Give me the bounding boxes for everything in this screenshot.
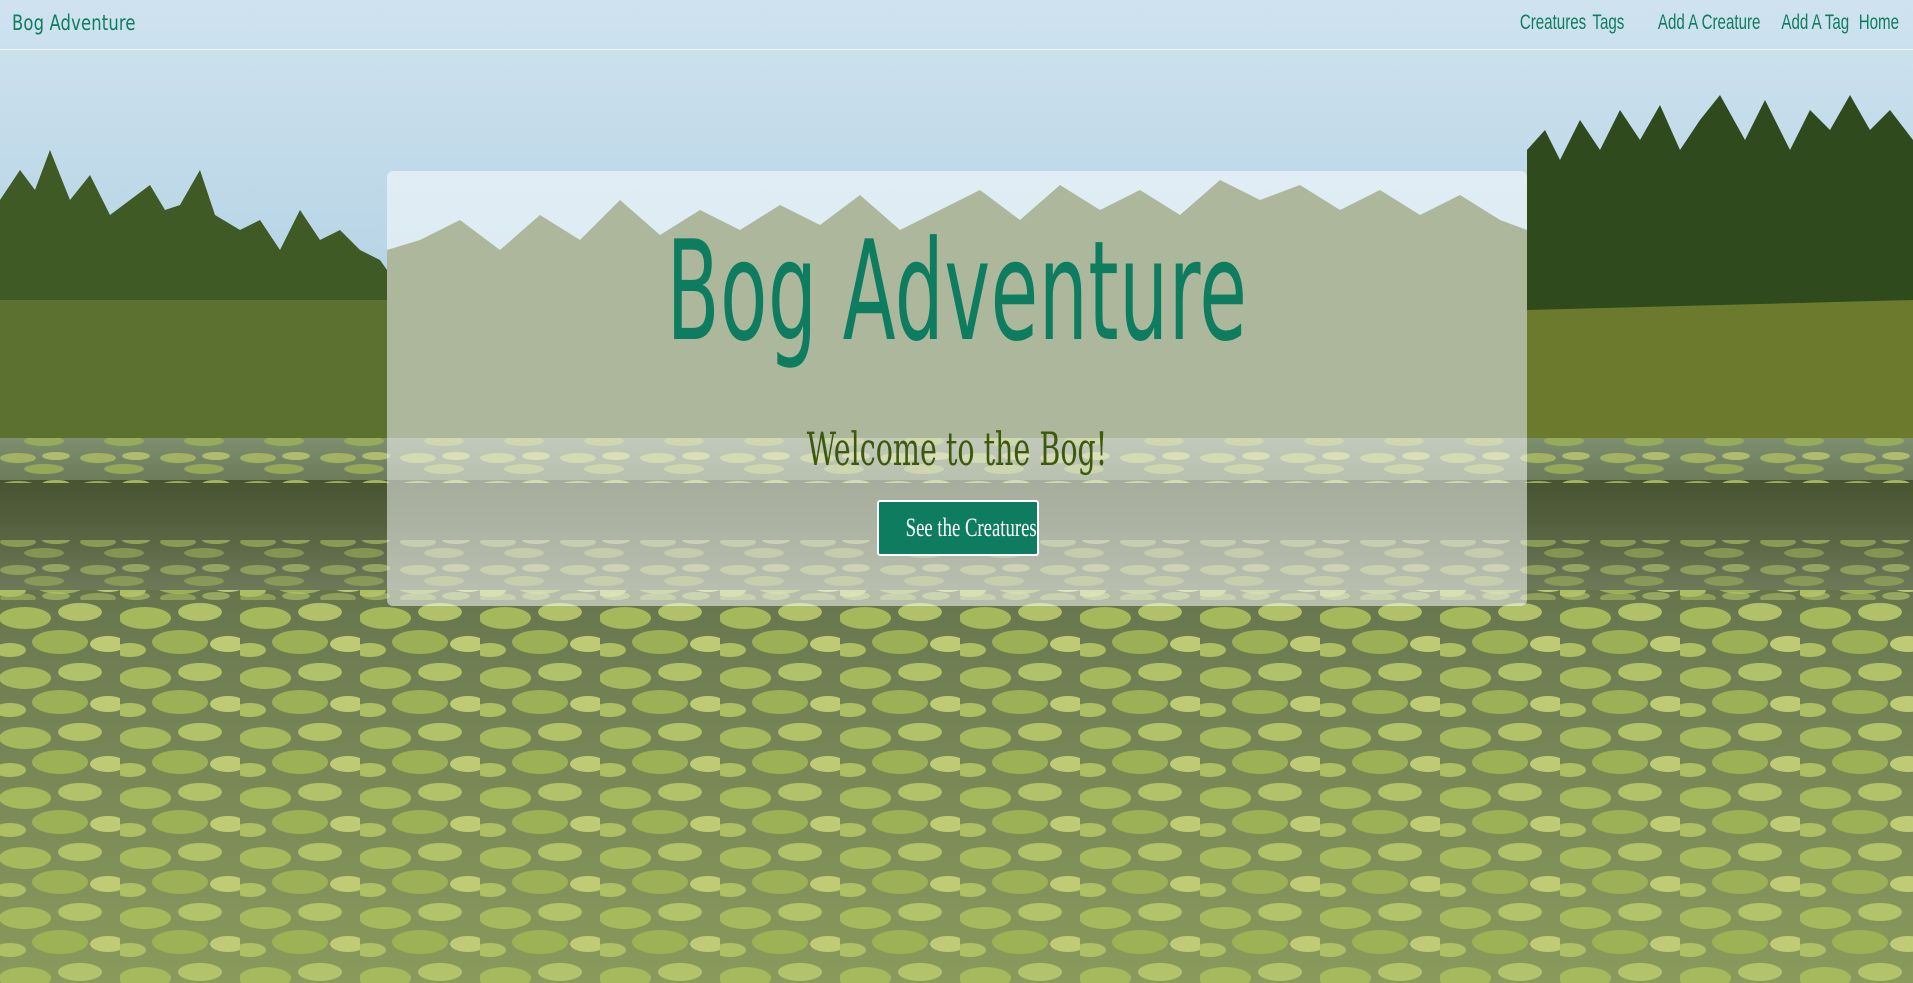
nav-item-add-tag: Add A Tag <box>1755 11 1849 35</box>
nav-item-home: Home <box>1843 11 1899 35</box>
see-creatures-button[interactable]: See the Creatures! <box>877 500 1039 556</box>
hero-subtitle: Welcome to the Bog! <box>806 422 1108 476</box>
nav-link-add-creature[interactable]: Add A Creature <box>1658 11 1761 35</box>
hero-card: Bog Adventure Welcome to the Bog! See th… <box>387 171 1527 606</box>
hero-title: Bog Adventure <box>666 211 1248 372</box>
nav-item-creatures: Creatures <box>1494 11 1586 35</box>
nav-link-add-tag[interactable]: Add A Tag <box>1781 11 1849 35</box>
nav-item-add-creature: Add A Creature <box>1618 11 1761 35</box>
nav-link-home[interactable]: Home <box>1859 11 1899 35</box>
nav-link-creatures[interactable]: Creatures <box>1520 11 1586 35</box>
nav-link-tags[interactable]: Tags <box>1592 11 1624 35</box>
brand-link[interactable]: Bog Adventure <box>12 11 136 35</box>
top-navbar: Bog Adventure Creatures Tags Add A Creat… <box>0 0 1913 50</box>
nav-links: Creatures Tags Add A Creature Add A Tag … <box>1494 11 1899 35</box>
see-creatures-button-label: See the Creatures! <box>905 513 1039 542</box>
nav-item-tags: Tags <box>1580 11 1624 35</box>
page: Bog Adventure Creatures Tags Add A Creat… <box>0 0 1913 983</box>
